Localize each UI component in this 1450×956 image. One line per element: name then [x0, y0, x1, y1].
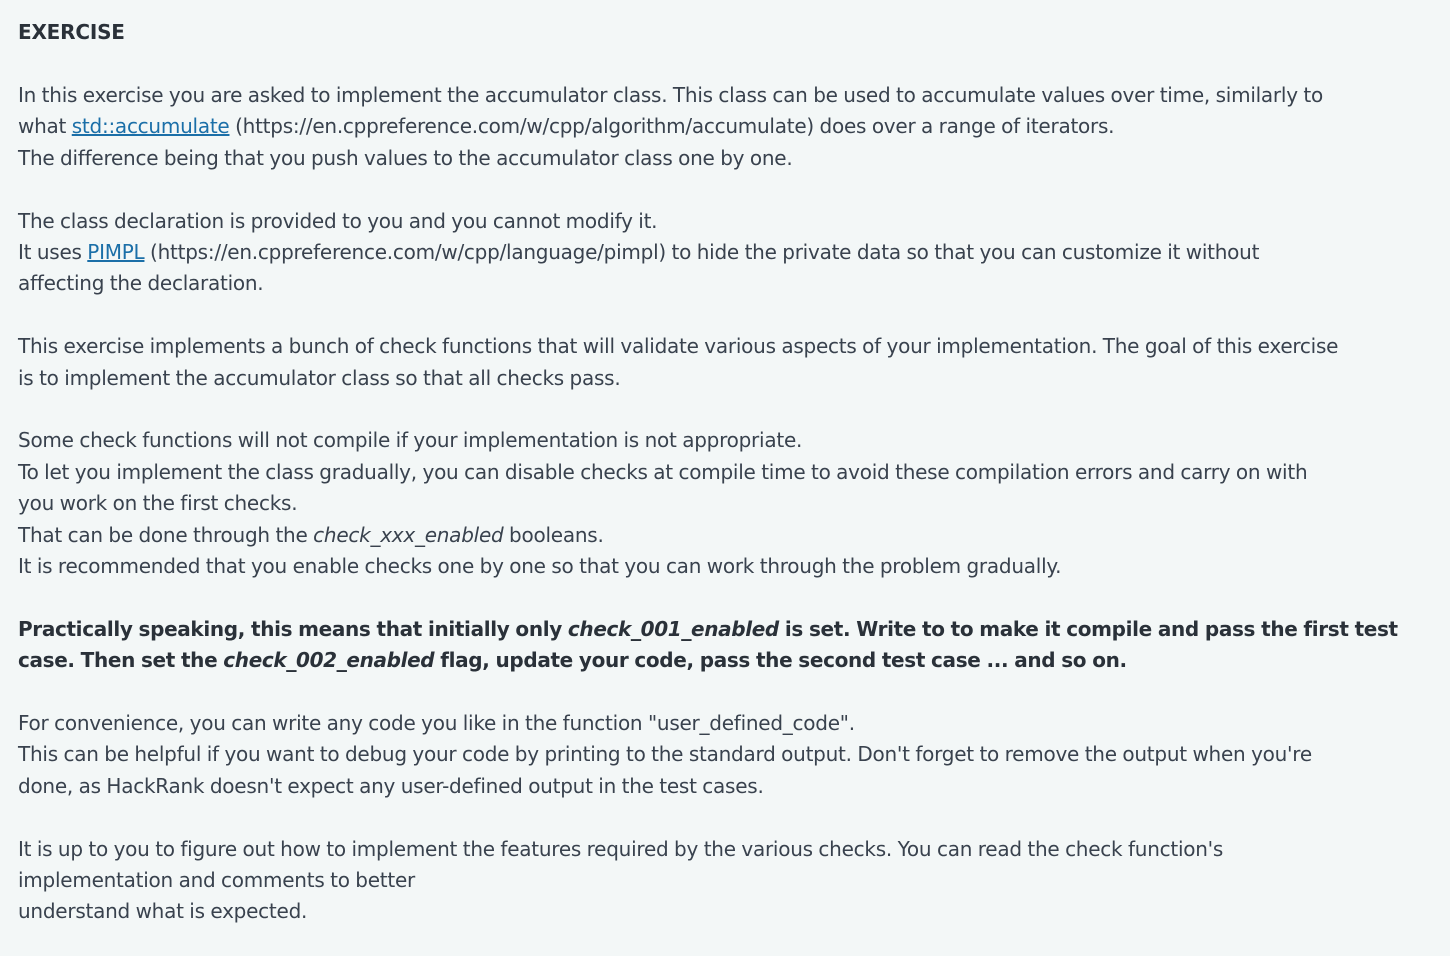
intro-paragraph: In this exercise you are asked to implem…: [18, 80, 1436, 174]
exercise-description: EXERCISE In this exercise you are asked …: [0, 0, 1450, 956]
practical-paragraph: Practically speaking, this means that in…: [18, 614, 1436, 677]
text-fragment: (https://en.cppreference.com/w/cpp/langu…: [144, 240, 1260, 265]
check-flag-name: check_002_enabled: [223, 648, 435, 673]
std-accumulate-link[interactable]: std::accumulate: [72, 114, 230, 138]
exercise-heading: EXERCISE: [18, 20, 125, 44]
check-flag-name: check_001_enabled: [567, 616, 779, 641]
text-line: done, as HackRank doesn't expect any use…: [18, 773, 764, 798]
text-fragment: what: [18, 114, 72, 139]
text-fragment: is set. Write to to make it compile and …: [778, 616, 1398, 641]
text-line: affecting the declaration.: [18, 271, 264, 296]
declaration-paragraph: The class declaration is provided to you…: [18, 206, 1436, 300]
checks-paragraph: This exercise implements a bunch of chec…: [18, 331, 1436, 394]
text-line: understand what is expected.: [18, 899, 308, 924]
text-line: implementation and comments to better: [18, 868, 416, 893]
text-line: In this exercise you are asked to implem…: [18, 83, 1323, 107]
text-fragment: That can be done through the: [18, 522, 314, 547]
text-line: you work on the first checks.: [18, 491, 298, 516]
text-fragment: It uses: [18, 240, 88, 265]
text-line: case. Then set the check_002_enabled fla…: [18, 645, 1436, 676]
text-line: That can be done through the check_xxx_e…: [18, 520, 1436, 551]
text-line: The class declaration is provided to you…: [18, 208, 658, 233]
check-flag-name: check_xxx_enabled: [313, 522, 504, 547]
text-line: It uses PIMPL (https://en.cppreference.c…: [18, 237, 1436, 268]
text-fragment: (https://en.cppreference.com/w/cpp/algor…: [229, 114, 1115, 139]
text-line: This can be helpful if you want to debug…: [18, 742, 1312, 767]
text-line: To let you implement the class gradually…: [18, 459, 1308, 484]
text-line: It is up to you to figure out how to imp…: [18, 836, 1224, 861]
text-line: For convenience, you can write any code …: [18, 711, 855, 736]
text-line: It is recommended that you enable checks…: [18, 554, 1062, 579]
text-line: is to implement the accumulator class so…: [18, 365, 621, 390]
text-line: This exercise implements a bunch of chec…: [18, 334, 1339, 359]
text-line: Practically speaking, this means that in…: [18, 614, 1436, 645]
text-fragment: Practically speaking, this means that in…: [18, 616, 568, 641]
text-line: The difference being that you push value…: [18, 145, 793, 170]
compile-paragraph: Some check functions will not compile if…: [18, 425, 1436, 582]
convenience-paragraph: For convenience, you can write any code …: [18, 708, 1436, 802]
text-line: Some check functions will not compile if…: [18, 428, 803, 453]
text-fragment: case. Then set the: [18, 648, 224, 673]
text-fragment: booleans.: [503, 522, 604, 547]
closing-paragraph: It is up to you to figure out how to imp…: [18, 834, 1436, 928]
text-fragment: flag, update your code, pass the second …: [434, 648, 1127, 673]
text-line: what std::accumulate (https://en.cpprefe…: [18, 111, 1436, 142]
pimpl-link[interactable]: PIMPL: [87, 240, 144, 264]
